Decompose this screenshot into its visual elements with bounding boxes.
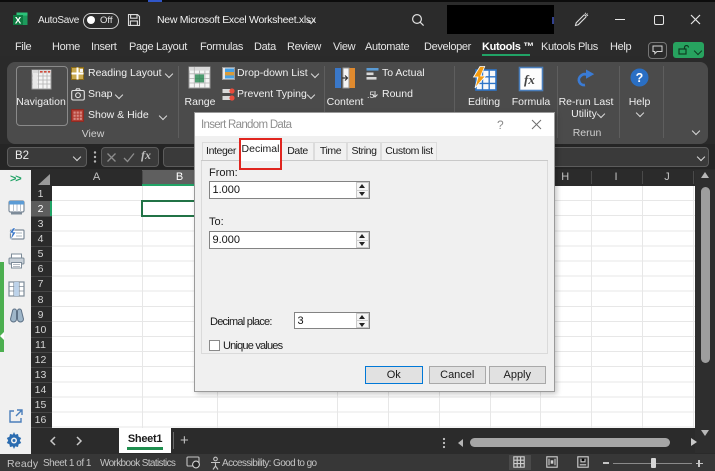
svg-text:fx: fx <box>524 72 535 87</box>
svg-text:X: X <box>15 16 22 27</box>
svg-text:?: ? <box>636 71 644 85</box>
